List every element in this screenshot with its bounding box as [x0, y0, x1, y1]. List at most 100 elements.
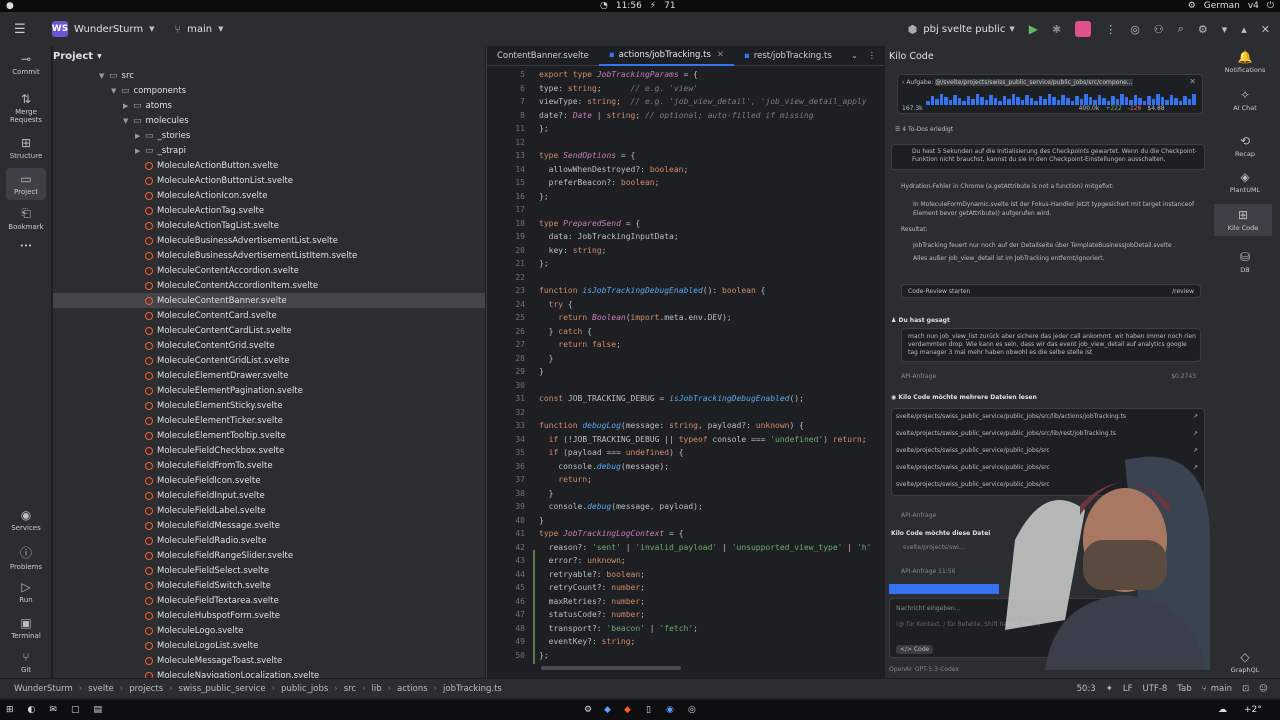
- language-indicator[interactable]: German: [1204, 1, 1240, 11]
- tree-file[interactable]: MoleculeContentGridList.svelte: [53, 353, 485, 368]
- tree-folder[interactable]: ▶ ▭ atoms: [53, 98, 485, 113]
- open-file-icon[interactable]: ↗: [1193, 413, 1198, 420]
- api-request-1[interactable]: API-Anfrage: [901, 373, 936, 380]
- ai-status-icon[interactable]: ✦: [1106, 684, 1113, 694]
- close-icon[interactable]: ✕: [1261, 23, 1270, 36]
- window-icon[interactable]: ▢: [71, 705, 80, 715]
- breadcrumb-item[interactable]: lib: [372, 684, 382, 694]
- chevron-icon[interactable]: ▼: [111, 87, 121, 95]
- volume-indicator[interactable]: v4: [1248, 1, 1259, 11]
- tree-file[interactable]: MoleculeElementSticky.svelte: [53, 398, 485, 413]
- app-icon-6[interactable]: ◎: [688, 705, 696, 715]
- project-switcher[interactable]: WS WunderSturm ▼: [44, 18, 163, 40]
- bookmarks-tool[interactable]: ⎗ Bookmark: [0, 206, 52, 231]
- chevron-icon[interactable]: ▶: [135, 147, 145, 155]
- tree-file[interactable]: MoleculeContentAccordion.svelte: [53, 263, 485, 278]
- tree-file[interactable]: MoleculeActionTag.svelte: [53, 203, 485, 218]
- right-tool-recap[interactable]: ⟲ Recap: [1210, 134, 1280, 158]
- tree-file[interactable]: MoleculeFieldMessage.svelte: [53, 518, 485, 533]
- app-icon-1[interactable]: ⚙: [584, 705, 592, 715]
- minimize-icon[interactable]: ▾: [1222, 23, 1228, 36]
- structure-tool[interactable]: ⊞ Structure: [0, 136, 52, 160]
- branch-switcher[interactable]: ⑂ main ▼: [167, 18, 232, 40]
- tree-file[interactable]: MoleculeElementDrawer.svelte: [53, 368, 485, 383]
- task-card[interactable]: › Aufgabe: @/svelte/projects/swiss_publi…: [897, 74, 1203, 114]
- tree-folder[interactable]: ▼ ▭ src: [53, 68, 485, 83]
- settings-tray-icon[interactable]: ⚙: [1188, 1, 1196, 11]
- tree-file[interactable]: MoleculeActionButtonList.svelte: [53, 173, 485, 188]
- tree-file[interactable]: MoleculeActionIcon.svelte: [53, 188, 485, 203]
- todos-status[interactable]: ☰ 4 To-Dos erledigt: [895, 126, 953, 133]
- tree-file[interactable]: MoleculeFieldRadio.svelte: [53, 533, 485, 548]
- tree-folder[interactable]: ▶ ▭ _strapi: [53, 143, 485, 158]
- code-with-me-icon[interactable]: ⚇: [1154, 23, 1164, 36]
- code-review-button[interactable]: Code-Review starten /review: [901, 284, 1201, 298]
- app-icon-5[interactable]: ◉: [666, 705, 674, 715]
- chevron-icon[interactable]: ▼: [123, 117, 133, 125]
- tree-file[interactable]: MoleculeActionTagList.svelte: [53, 218, 485, 233]
- run-config-selector[interactable]: pbj svelte public: [923, 24, 1005, 35]
- tab-rest-jobtracking[interactable]: ▪ rest/jobTracking.ts: [734, 46, 842, 66]
- tab-content-banner[interactable]: ContentBanner.svelte: [487, 46, 599, 66]
- start-menu-icon[interactable]: ⊞: [6, 705, 14, 715]
- tabs-more-icon[interactable]: ⋮: [868, 51, 877, 61]
- expand-icon[interactable]: ›: [902, 79, 904, 86]
- search-icon[interactable]: ⌕: [1178, 22, 1184, 36]
- chevron-icon[interactable]: ▼: [99, 72, 109, 80]
- tree-file[interactable]: MoleculeLogoList.svelte: [53, 638, 485, 653]
- browser-icon[interactable]: ◐: [28, 705, 36, 715]
- tree-folder[interactable]: ▼ ▭ molecules: [53, 113, 485, 128]
- file-encoding[interactable]: UTF-8: [1142, 684, 1167, 694]
- run-tool[interactable]: ▷ Run: [0, 580, 52, 604]
- tree-file[interactable]: MoleculeFieldSelect.svelte: [53, 563, 485, 578]
- project-panel-header[interactable]: Project ▼: [53, 46, 485, 66]
- tree-file[interactable]: MoleculeHubspotForm.svelte: [53, 608, 485, 623]
- chevron-icon[interactable]: ▶: [123, 102, 133, 110]
- copilot-icon[interactable]: ◎: [1130, 23, 1140, 36]
- tree-file[interactable]: MoleculeBusinessAdvertisementList.svelte: [53, 233, 485, 248]
- tree-file[interactable]: MoleculeFieldTextarea.svelte: [53, 593, 485, 608]
- mode-selector[interactable]: </> Code: [896, 645, 934, 654]
- tree-file[interactable]: MoleculeContentCard.svelte: [53, 308, 485, 323]
- terminal-tool[interactable]: ▣ Terminal: [0, 616, 52, 640]
- chevron-icon[interactable]: ▶: [135, 132, 145, 140]
- model-selector[interactable]: OpenAI: GPT-5.3-Codex: [889, 666, 959, 673]
- app-icon-3[interactable]: ◆: [624, 705, 631, 715]
- merge-requests-tool[interactable]: ⇅ Merge Requests: [0, 92, 52, 124]
- tree-file[interactable]: MoleculeElementTooltip.svelte: [53, 428, 485, 443]
- tree-file[interactable]: MoleculeElementPagination.svelte: [53, 383, 485, 398]
- stop-icon[interactable]: [1075, 21, 1092, 37]
- right-tool-kilo-code[interactable]: ⊞ Kilo Code: [1214, 204, 1272, 236]
- commit-tool[interactable]: ⊸ Commit: [0, 52, 52, 76]
- tab-actions-jobtracking[interactable]: ▪ actions/jobTracking.ts ✕: [598, 46, 735, 66]
- breadcrumb-item[interactable]: public_jobs: [281, 684, 328, 694]
- maximize-icon[interactable]: ▴: [1241, 23, 1247, 36]
- right-tool-graphql[interactable]: ◇ GraphQL: [1210, 650, 1280, 674]
- tree-file[interactable]: MoleculeMessageToast.svelte: [53, 653, 485, 668]
- tree-folder[interactable]: ▼ ▭ components: [53, 83, 485, 98]
- tree-file[interactable]: MoleculeFieldLabel.svelte: [53, 503, 485, 518]
- breadcrumb-item[interactable]: svelte: [88, 684, 114, 694]
- tree-file[interactable]: MoleculeContentAccordionItem.svelte: [53, 278, 485, 293]
- services-tool[interactable]: ◉ Services: [0, 508, 52, 532]
- tabs-overflow-icon[interactable]: ⌄: [851, 51, 858, 60]
- right-tool-ai-chat[interactable]: ✧ AI Chat: [1210, 88, 1280, 112]
- api-request-3[interactable]: API-Anfrage 11:56: [901, 568, 955, 575]
- breadcrumb-item[interactable]: swiss_public_service: [179, 684, 266, 694]
- tree-file[interactable]: MoleculeBusinessAdvertisementListItem.sv…: [53, 248, 485, 263]
- tree-file[interactable]: MoleculeFieldFromTo.svelte: [53, 458, 485, 473]
- more-tools-icon[interactable]: •••: [0, 242, 52, 250]
- notification-icon[interactable]: ☺: [1259, 684, 1268, 694]
- tree-file[interactable]: MoleculeFieldSwitch.svelte: [53, 578, 485, 593]
- tree-file[interactable]: MoleculeContentCardList.svelte: [53, 323, 485, 338]
- problems-tool[interactable]: ⓘ Problems: [0, 544, 52, 571]
- tree-file[interactable]: MoleculeContentBanner.svelte: [53, 293, 485, 308]
- right-tool-plantuml[interactable]: ◈ PlantUML: [1210, 170, 1280, 194]
- tree-file[interactable]: MoleculeFieldRangeSlider.svelte: [53, 548, 485, 563]
- weather-temp[interactable]: +2°: [1244, 705, 1262, 715]
- system-menu-icon[interactable]: ●: [6, 1, 14, 11]
- app-icon-2[interactable]: ◆: [604, 705, 611, 715]
- breadcrumb-item[interactable]: jobTracking.ts: [443, 684, 502, 694]
- right-tool-db[interactable]: ⛁ DB: [1210, 250, 1280, 274]
- hamburger-menu-icon[interactable]: ☰: [14, 22, 26, 37]
